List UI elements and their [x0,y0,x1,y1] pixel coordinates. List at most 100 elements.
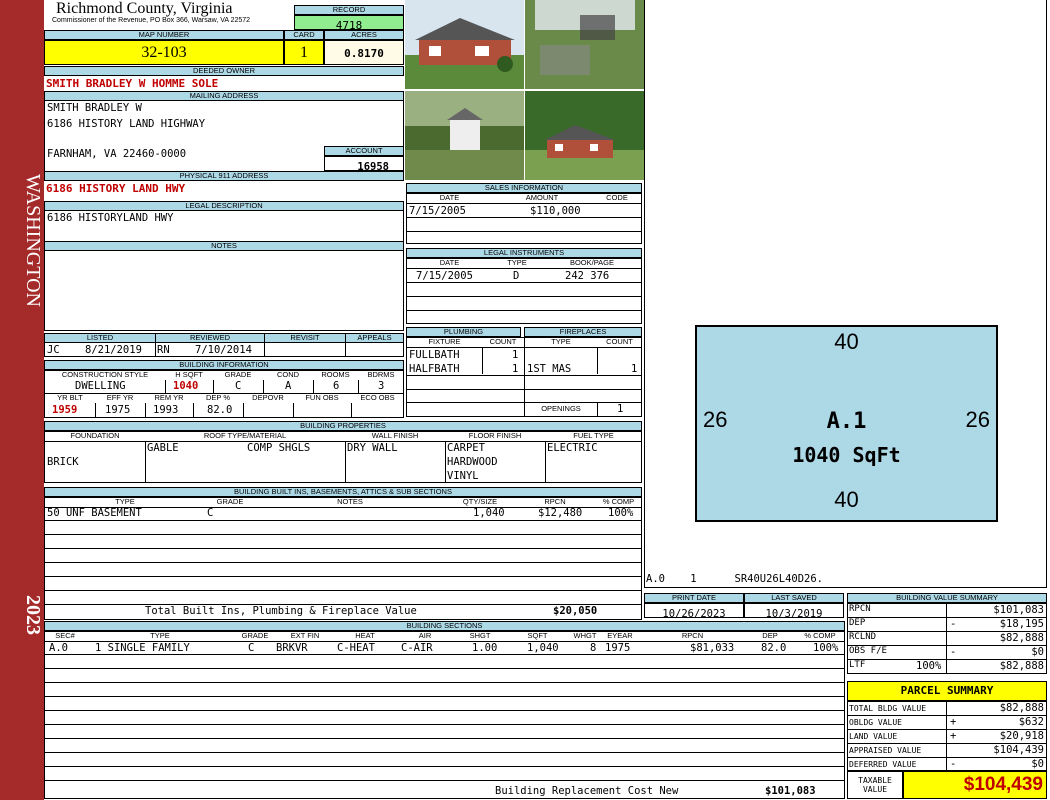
commissioner-address: Commissioner of the Revenue, PO Box 366,… [52,17,251,24]
vs-label-dep: DEP [849,618,866,628]
sections-total-label: Building Replacement Cost New [495,785,679,797]
bi-remyr: 1993 [153,404,179,416]
mailing-address-label: MAILING ADDRESS [44,91,404,101]
ps-label-deferred: DEFERRED VALUE [849,760,917,769]
prop-floor-2: HARDWOOD [447,456,498,468]
physical-address-label: PHYSICAL 911 ADDRESS [44,171,404,181]
plumbing-fixture-2: HALFBATH [409,363,460,375]
listed-date: 8/21/2019 [85,344,142,356]
sec-comp: 100% [813,642,839,654]
bi-col-grade: GRADE [224,370,252,379]
ps-label-obldg: OBLDG VALUE [849,718,902,727]
bins-grade: C [207,507,214,519]
ps-value-total-bldg: $82,888 [999,702,1044,714]
sketch-area-sqft: 1040 SqFt [792,443,901,467]
bi-col-depovr: DEPOVR [252,393,284,402]
ps-sign-land: + [950,730,957,742]
physical-address: 6186 HISTORY LAND HWY [46,182,186,195]
vs-value-ltf: $82,888 [999,660,1044,672]
li-col-type: TYPE [507,258,527,267]
sketch-top-dim: 40 [834,329,859,354]
sec-col-shgt: SHGT [469,631,491,640]
account-box: 16958 [324,156,404,173]
bins-col-notes: NOTES [337,497,363,506]
plumbing-count-1: 1 [512,349,519,361]
sales-title: SALES INFORMATION [406,183,642,193]
legal-description-label: LEGAL DESCRIPTION [44,201,404,211]
bi-style: DWELLING [75,380,126,392]
sketch-drawing: 40 40 26 26 A.1 1040 SqFt [695,325,998,522]
sec-col-grade: GRADE [241,631,269,640]
sec-grade: C [248,642,255,654]
county-header: Richmond County, Virginia Commissioner o… [44,0,294,30]
sales-col-date: DATE [439,193,460,202]
fireplace-type-1: 1ST MAS [527,363,572,375]
sec-dep: 82.0 [761,642,787,654]
sec-col-air: AIR [418,631,432,640]
sec-col-rpcn: RPCN [681,631,704,640]
bi-col-rooms: ROOMS [321,370,350,379]
plumbing-fireplace-table: FIXTURE COUNT TYPE COUNT FULLBATH 1 HALF… [406,337,642,417]
bi-col-style: CONSTRUCTION STYLE [61,370,149,379]
sketch-bottom-dim: 40 [834,487,859,512]
bins-col-type: TYPE [115,497,135,506]
value-summary-title: BUILDING VALUE SUMMARY [847,593,1047,603]
prop-roof-type: GABLE [147,442,179,454]
mailing-line-2: 6186 HISTORY LAND HIGHWAY [47,118,206,130]
sketch-panel: 40 40 26 26 A.1 1040 SqFt A.0 1 SR40U26L… [644,0,1047,588]
vs-sign-dep: - [950,618,957,630]
listed-label: LISTED [44,333,156,343]
builtins-title: BUILDING BUILT INS, BASEMENTS, ATTICS & … [44,487,642,497]
bi-col-effyr: EFF YR [106,393,134,402]
vs-value-rclnd: $82,888 [999,632,1044,644]
taxable-value-label: TAXABLE VALUE [847,771,903,799]
builtins-table: TYPE GRADE NOTES QTY/SIZE RPCN % COMP 50… [44,497,642,620]
sec-col-eyear: EYEAR [607,631,633,640]
vs-sign-obs: - [950,646,957,658]
sec-col-dep: DEP [762,631,778,640]
bins-col-comp: % COMP [602,497,635,506]
print-date-box: 10/26/2023 [644,603,744,620]
fireplaces-title: FIREPLACES [524,327,642,337]
district-label: WASHINGTON [22,173,44,307]
bins-total-label: Total Built Ins, Plumbing & Fireplace Va… [145,605,417,617]
legal-description-box: 6186 HISTORYLAND HWY [44,211,404,241]
sec-type: 1 SINGLE FAMILY [95,642,190,654]
sales-col-code: CODE [606,193,628,202]
vs-label-obs: OBS F/E [849,646,887,656]
sec-whgt: 8 [590,642,597,654]
sales-date: 7/15/2005 [409,205,466,217]
prop-col-wall: WALL FINISH [371,431,419,440]
bi-col-remyr: REM YR [154,393,184,402]
card-number: 1 [284,40,324,65]
sales-table: DATE AMOUNT CODE 7/15/2005 $110,000 [406,193,642,244]
value-summary-table: RPCN $101,083 DEP - $18,195 RCLND $82,88… [847,603,1047,674]
prop-wall: DRY WALL [347,442,398,454]
building-sections-title: BUILDING SECTIONS [44,621,845,631]
photo-front-house [405,0,524,89]
fireplace-count-1: 1 [631,363,638,375]
ps-label-appraised: APPRAISED VALUE [849,746,922,755]
year-label: 2023 [22,595,44,635]
prop-col-roof: ROOF TYPE/MATERIAL [203,431,287,440]
map-number-label: MAP NUMBER [44,30,284,40]
bins-total: $20,050 [553,605,598,617]
plumbing-fixture-1: FULLBATH [409,349,460,361]
plumbing-col-fixture: FIXTURE [428,337,461,346]
bins-col-rpcn: RPCN [544,497,566,506]
openings-count: 1 [617,403,624,415]
reviewed-date: 7/10/2014 [195,344,252,356]
sec-col-comp: % COMP [804,631,836,640]
bi-col-cond: COND [276,370,300,379]
sec-col-sec: SEC# [55,631,75,640]
review-table: LISTED REVIEWED REVISIT APPEALS JC 8/21/… [44,333,404,357]
reviewed-label: REVIEWED [155,333,265,343]
notes-box [44,251,404,331]
building-sections-table: SEC# TYPE GRADE EXT FIN HEAT AIR SHGT SQ… [44,631,845,799]
bi-cond: A [285,380,292,392]
plumbing-count-2: 1 [512,363,519,375]
parcel-summary-table: TOTAL BLDG VALUE $82,888 OBLDG VALUE + $… [847,701,1047,771]
vs-label-rpcn: RPCN [849,604,871,614]
bi-yrblt: 1959 [52,404,78,416]
legal-instruments-table: DATE TYPE BOOK/PAGE 7/15/2005 D 242 376 [406,258,642,324]
